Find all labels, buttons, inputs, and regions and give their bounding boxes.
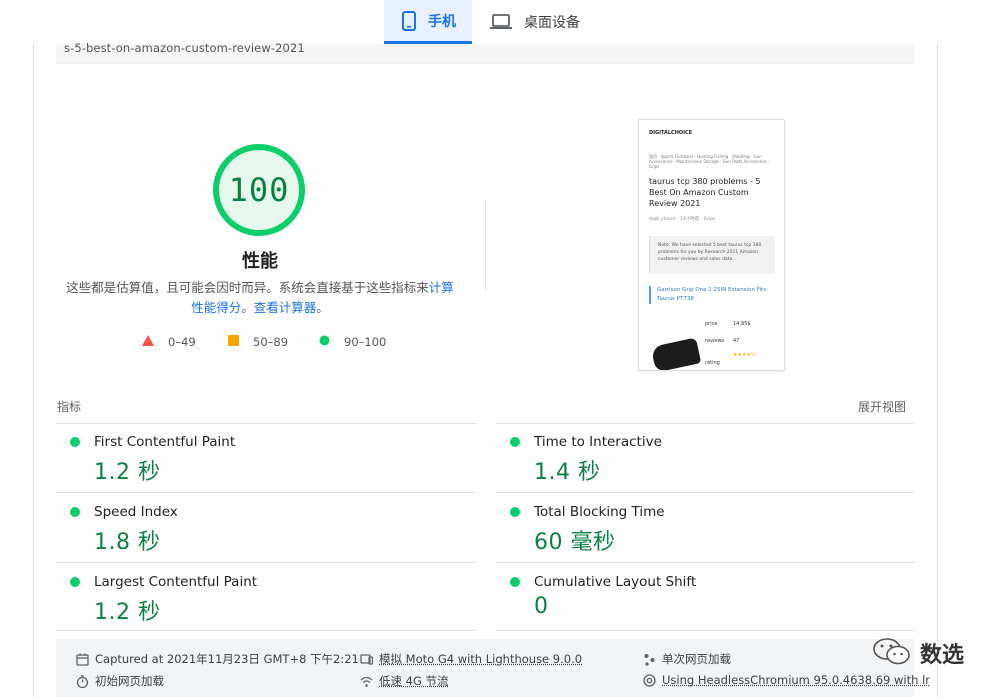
metric-tbt-value: 60 毫秒 — [534, 530, 616, 555]
thumb-reviews-value: 47 — [733, 338, 740, 344]
thumb-nav: 首页 · Sports Outdoors · Hunting Fishing ·… — [649, 154, 770, 169]
wifi-icon — [360, 675, 373, 688]
divider — [56, 423, 476, 424]
divider — [56, 492, 476, 493]
thumb-note: Note: We have selected 5 best taurus tcp… — [649, 236, 775, 274]
thumb-price-label: price — [705, 321, 718, 327]
initial-load-info: 初始网页加载 — [76, 673, 164, 689]
runtime-settings — [56, 639, 914, 697]
performance-label: 性能 — [242, 251, 278, 272]
divider — [496, 630, 914, 631]
report-card — [33, 44, 938, 697]
description-sep: 。 — [241, 300, 254, 315]
divider — [56, 630, 476, 631]
metric-fcp-name: First Contentful Paint — [94, 434, 236, 450]
metric-cls-value: 0 — [534, 594, 549, 619]
laptop-icon — [490, 14, 512, 30]
watermark: 数选 — [872, 636, 964, 670]
legend-average: 50–89 — [228, 335, 288, 349]
calculator-link[interactable]: 查看计算器 — [254, 300, 317, 315]
captured-info: Captured at 2021年11月23日 GMT+8 下午2:21 — [76, 651, 359, 667]
metric-si-name: Speed Index — [94, 504, 178, 520]
legend-fail-range: 0–49 — [168, 335, 196, 349]
legend-pass-range: 90–100 — [344, 335, 387, 349]
divider — [496, 423, 914, 424]
thumb-rating-stars: ★★★★½ — [733, 352, 756, 358]
metric-cls-name: Cumulative Layout Shift — [534, 574, 697, 590]
tab-desktop-label: 桌面设备 — [524, 15, 580, 31]
tab-mobile[interactable]: 手机 — [384, 0, 472, 44]
divider — [56, 562, 476, 563]
session-info: 单次网页加载 — [643, 651, 731, 667]
product-image — [650, 337, 702, 370]
legend-fail: 0–49 — [142, 335, 196, 349]
expand-view-button[interactable]: 展开视图 — [858, 398, 906, 415]
calendar-icon — [76, 653, 89, 666]
divider — [496, 492, 914, 493]
thumb-product: Garrison Grip One 1.25IN Extension Fits … — [649, 286, 775, 304]
thumb-logo: DIGITALCHOICE — [649, 130, 693, 136]
tab-mobile-label: 手机 — [428, 13, 456, 30]
divider — [496, 562, 914, 563]
device-text: 模拟 Moto G4 with Lighthouse 9.0.0 — [379, 652, 583, 666]
pass-dot-icon — [510, 507, 520, 517]
pass-dot-icon — [70, 437, 80, 447]
thumb-rating-label: rating — [705, 360, 720, 366]
legend-average-range: 50–89 — [253, 335, 289, 349]
timer-icon — [76, 674, 89, 688]
square-icon — [228, 335, 239, 349]
pass-dot-icon — [510, 577, 520, 587]
chrome-icon — [643, 673, 656, 687]
initial-load-text: 初始网页加载 — [95, 674, 164, 688]
vertical-divider — [485, 200, 486, 290]
circle-icon — [319, 335, 330, 349]
score-description: 这些都是估算值，且可能会因时而异。系统会直接基于这些指标来计算性能得分。查看计算… — [60, 278, 460, 318]
final-screenshot[interactable]: DIGITALCHOICE 首页 · Sports Outdoors · Hun… — [638, 119, 785, 371]
browser-info[interactable]: Using HeadlessChromium 95.0.4638.69 with… — [643, 673, 930, 687]
metrics-title: 指标 — [57, 400, 82, 414]
legend-pass: 90–100 — [319, 335, 386, 349]
thumb-meta: digit_choice · 14小时前 · Grips — [649, 217, 716, 222]
metric-si-value: 1.8 秒 — [94, 530, 161, 555]
wechat-icon — [872, 636, 912, 670]
captured-text: Captured at 2021年11月23日 GMT+8 下午2:21 — [95, 652, 359, 666]
metric-lcp-value: 1.2 秒 — [94, 600, 161, 625]
thumb-price-value: 14.95$ — [733, 321, 751, 327]
triangle-icon — [142, 335, 154, 349]
pass-dot-icon — [70, 577, 80, 587]
metric-tbt-name: Total Blocking Time — [534, 504, 665, 520]
metric-fcp-value: 1.2 秒 — [94, 460, 161, 485]
metric-lcp-name: Largest Contentful Paint — [94, 574, 258, 590]
metric-tti-value: 1.4 秒 — [534, 460, 601, 485]
description-text: 这些都是估算值，且可能会因时而异。系统会直接基于这些指标来 — [66, 280, 429, 295]
network-info[interactable]: 低速 4G 节流 — [360, 673, 449, 689]
device-info[interactable]: 模拟 Moto G4 with Lighthouse 9.0.0 — [360, 651, 582, 667]
device-tabs: 手机 桌面设备 — [384, 0, 594, 44]
pass-dot-icon — [510, 437, 520, 447]
tab-desktop[interactable]: 桌面设备 — [472, 0, 594, 44]
mobile-icon — [402, 10, 416, 31]
url-text: s-5-best-on-amazon-custom-review-2021 — [64, 41, 305, 55]
metric-tti-name: Time to Interactive — [534, 434, 662, 450]
pass-dot-icon — [70, 507, 80, 517]
watermark-text: 数选 — [920, 643, 965, 668]
network-text: 低速 4G 节流 — [379, 674, 449, 688]
session-text: 单次网页加载 — [662, 652, 731, 666]
thumb-title: taurus tcp 380 problems - 5 Best On Amaz… — [649, 177, 761, 208]
thumb-reviews-label: reviews — [705, 338, 725, 344]
browser-text: Using HeadlessChromium 95.0.4638.69 with… — [662, 673, 930, 687]
device-icon — [360, 653, 373, 666]
nodes-icon — [643, 653, 656, 666]
performance-score: 100 — [228, 171, 290, 209]
description-end: 。 — [316, 300, 329, 315]
